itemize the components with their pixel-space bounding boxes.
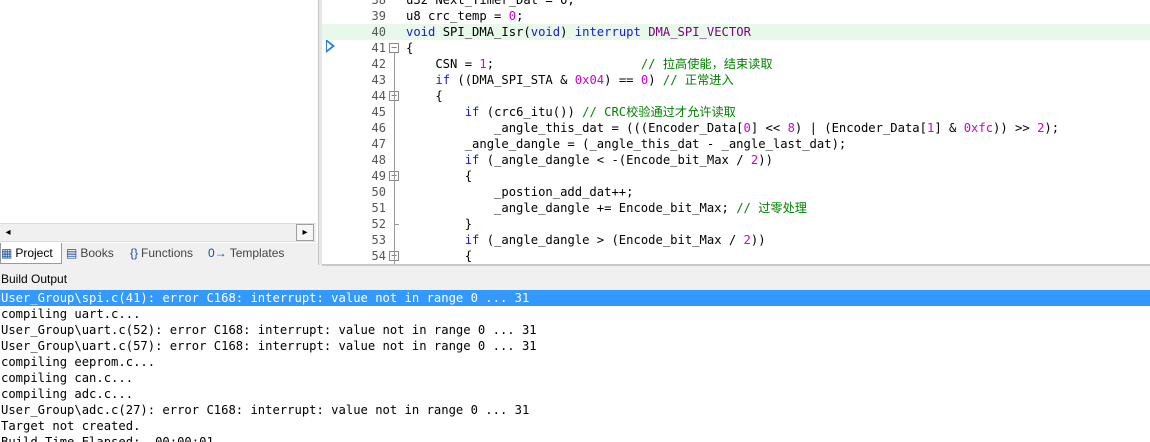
- build-output-line[interactable]: User_Group\adc.c(27): error C168: interr…: [0, 402, 1150, 418]
- line-number: 52: [371, 217, 386, 231]
- code-line[interactable]: 41 {−: [322, 40, 1150, 56]
- code-text: if (crc6_itu()) // CRC校验通过才允许读取: [464, 105, 736, 119]
- horizontal-scrollbar[interactable]: ◂ ▸: [0, 223, 316, 242]
- scroll-left-icon[interactable]: ◂: [0, 224, 16, 241]
- build-output-line[interactable]: compiling adc.c...: [0, 386, 1150, 402]
- build-output-line-selected[interactable]: User_Group\spi.c(41): error C168: interr…: [0, 290, 1150, 306]
- code-text: _postion_add_dat++;: [406, 185, 634, 199]
- build-output-line[interactable]: User_Group\uart.c(57): error C168: inter…: [0, 338, 1150, 354]
- code-line[interactable]: 49 {−: [322, 168, 1150, 184]
- tab-project[interactable]: ▦ Project: [0, 243, 62, 264]
- tab-books[interactable]: ▤ Books: [66, 243, 124, 263]
- build-output-panel[interactable]: User_Group\spi.c(41): error C168: interr…: [0, 290, 1150, 442]
- line-number: 51: [371, 201, 386, 215]
- functions-icon: {}: [130, 246, 139, 260]
- code-text: _angle_dangle = (_angle_this_dat - _angl…: [406, 137, 847, 151]
- code-text: u32 Next_Timer_Dat = 0;: [406, 0, 575, 7]
- code-editor[interactable]: 38 u32 Next_Timer_Dat = 0; 39 u8 crc_temp =…: [322, 0, 1150, 266]
- tab-label: Books: [80, 246, 114, 260]
- line-number: 41: [371, 41, 386, 55]
- code-text: }: [406, 217, 473, 231]
- line-number: 42: [371, 57, 386, 71]
- pane-tabs: ▦ Project ▤ Books {} Functions 0→ Templates: [0, 243, 318, 265]
- tab-functions[interactable]: {} Functions: [130, 243, 202, 263]
- line-number: 46: [371, 121, 386, 135]
- line-number: 45: [371, 105, 386, 119]
- code-line[interactable]: 44 {−: [322, 88, 1150, 104]
- code-line[interactable]: 52 }: [322, 216, 1150, 232]
- code-line[interactable]: 50 _postion_add_dat++;: [322, 184, 1150, 200]
- code-text: {: [406, 249, 473, 263]
- code-line[interactable]: 40 void SPI_DMA_Isr(void) interrupt DMA_S…: [322, 24, 1150, 40]
- code-text: {: [406, 89, 443, 103]
- code-text: _angle_this_dat = (((Encoder_Data[0] << …: [406, 121, 1060, 135]
- code-line[interactable]: 39 u8 crc_temp = 0;: [322, 8, 1150, 24]
- line-number: 49: [371, 169, 386, 183]
- code-line[interactable]: 48 if (_angle_dangle < -(Encode_bit_Max …: [322, 152, 1150, 168]
- build-output-line[interactable]: compiling uart.c...: [0, 306, 1150, 322]
- line-number: 50: [371, 185, 386, 199]
- build-output-line[interactable]: Build Time Elapsed: 00:00:01: [0, 434, 1150, 442]
- code-line[interactable]: 51 _angle_dangle += Encode_bit_Max; // 过…: [322, 200, 1150, 216]
- code-text: {: [406, 169, 473, 183]
- line-number: 54: [371, 249, 386, 263]
- code-text: void SPI_DMA_Isr(void) interrupt DMA_SPI…: [406, 25, 751, 39]
- tab-label: Functions: [141, 246, 194, 260]
- code-text: {: [406, 41, 414, 55]
- code-line[interactable]: 43 if ((DMA_SPI_STA & 0x04) == 0) // 正常进…: [322, 72, 1150, 88]
- line-number: 39: [371, 9, 386, 23]
- code-text: CSN = 1; // 拉高使能，结束读取: [406, 57, 773, 71]
- line-number: 43: [371, 73, 386, 87]
- fold-guide: [394, 53, 395, 264]
- code-line[interactable]: 46 _angle_this_dat = (((Encoder_Data[0] …: [322, 120, 1150, 136]
- code-text: _angle_dangle += Encode_bit_Max; // 过零处理: [406, 201, 807, 215]
- tab-label: Templates: [229, 246, 285, 260]
- code-line[interactable]: 54 {−: [322, 248, 1150, 264]
- tab-label: Project: [15, 246, 53, 260]
- project-pane: ◂ ▸ ▦ Project ▤ Books {} Functions 0→ Templa…: [0, 0, 318, 265]
- books-icon: ▤: [66, 246, 78, 260]
- line-number: 48: [371, 153, 386, 167]
- code-line[interactable]: 45 if (crc6_itu()) // CRC校验通过才允许读取: [322, 104, 1150, 120]
- fold-toggle-icon[interactable]: −: [389, 43, 399, 53]
- code-text: u8 crc_temp = 0;: [406, 9, 524, 23]
- code-text: if (_angle_dangle < -(Encode_bit_Max / 2…: [464, 153, 773, 167]
- build-output-line[interactable]: Target not created.: [0, 418, 1150, 434]
- templates-icon: 0→: [208, 246, 227, 260]
- code-text: if ((DMA_SPI_STA & 0x04) == 0) // 正常进入: [435, 73, 734, 87]
- scroll-right-icon[interactable]: ▸: [296, 224, 314, 241]
- code-line[interactable]: 47 _angle_dangle = (_angle_this_dat - _a…: [322, 136, 1150, 152]
- project-icon: ▦: [1, 246, 13, 260]
- line-number: 47: [371, 137, 386, 151]
- code-line[interactable]: 42 CSN = 1; // 拉高使能，结束读取: [322, 56, 1150, 72]
- line-number: 44: [371, 89, 386, 103]
- build-output-line[interactable]: compiling eeprom.c...: [0, 354, 1150, 370]
- line-number: 38: [371, 0, 386, 7]
- tab-templates[interactable]: 0→ Templates: [208, 243, 288, 263]
- code-text: if (_angle_dangle > (Encode_bit_Max / 2)…: [464, 233, 766, 247]
- line-number: 53: [371, 233, 386, 247]
- build-output-line[interactable]: User_Group\uart.c(52): error C168: inter…: [0, 322, 1150, 338]
- build-output-line[interactable]: compiling can.c...: [0, 370, 1150, 386]
- line-number: 40: [371, 25, 386, 39]
- code-line[interactable]: 38 u32 Next_Timer_Dat = 0;: [322, 0, 1150, 8]
- build-output-title: Build Output: [0, 270, 1150, 288]
- code-line[interactable]: 53 if (_angle_dangle > (Encode_bit_Max /…: [322, 232, 1150, 248]
